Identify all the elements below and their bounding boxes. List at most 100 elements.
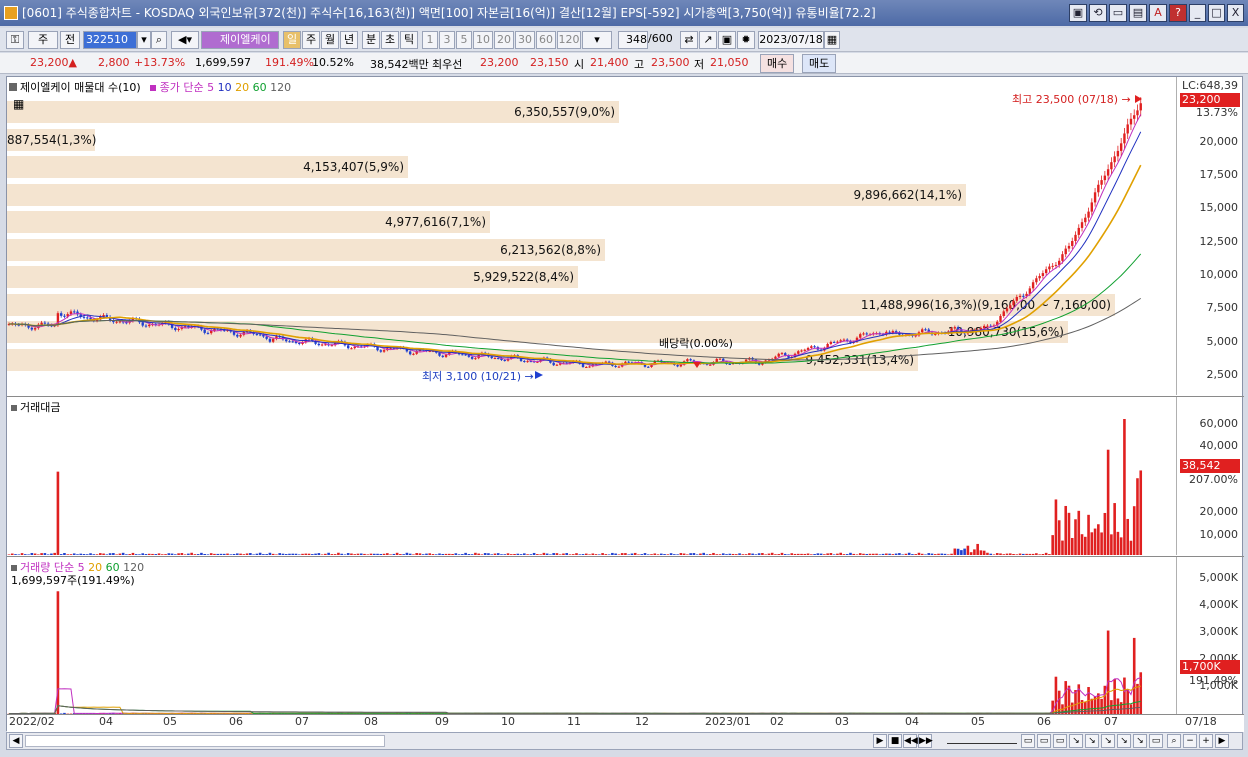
prev-button[interactable]: 전: [60, 31, 80, 49]
save-icon[interactable]: ▣: [718, 31, 736, 49]
help-icon[interactable]: ?: [1169, 4, 1187, 22]
lc-label: LC:648,39: [1181, 79, 1238, 92]
chart-area[interactable]: 6,350,557(9,0%) 887,554(1,3%) 4,153,407(5,…: [6, 76, 1244, 732]
search-icon[interactable]: ⌕: [151, 31, 167, 49]
app-icon: [4, 6, 18, 20]
volume-panel[interactable]: 거래량 단순 5 20 60 120 1,699,597주(191.49%): [7, 557, 1177, 714]
tool-icon-5[interactable]: ↘: [1085, 734, 1099, 748]
amount-panel[interactable]: 거래대금: [7, 397, 1177, 555]
sell-button[interactable]: 매도: [802, 54, 837, 73]
period-year[interactable]: 년: [340, 31, 358, 49]
amount-bar: [627, 554, 630, 555]
candle-body: [324, 344, 327, 346]
amount-bar: [474, 552, 477, 555]
price-legend: 제이엘케이 매물대 수(10) 종가 단순 5 10 20 60 120: [9, 79, 291, 95]
candle-body: [86, 317, 89, 319]
interval-120[interactable]: 120: [557, 31, 581, 49]
amount-bar: [588, 554, 591, 555]
period-second[interactable]: 초: [381, 31, 399, 49]
calendar-icon[interactable]: ▦: [824, 31, 840, 49]
forward-icon[interactable]: ▶▶: [918, 734, 933, 748]
period-minute[interactable]: 분: [362, 31, 380, 49]
zoom-out-icon[interactable]: −: [1183, 734, 1197, 748]
interval-10[interactable]: 10: [473, 31, 493, 49]
settings-icon[interactable]: ✹: [737, 31, 755, 49]
stock-name-field[interactable]: 제이엘케이: [201, 31, 279, 49]
chart-tool-icon[interactable]: ↗: [699, 31, 717, 49]
tool-icon-9[interactable]: ▭: [1149, 734, 1163, 748]
amount-bar: [284, 554, 288, 555]
amount-bar: [532, 552, 536, 555]
grid-icon[interactable]: ▦: [13, 97, 24, 111]
amount-bar: [226, 553, 229, 555]
zoom-in-icon[interactable]: +: [1199, 734, 1213, 748]
amount-bar: [666, 554, 670, 555]
chart-scrollbar[interactable]: ◀ ▶ ■ ◀◀ ▶▶ ▭ ▭ ▭ ↘ ↘ ↘ ↘ ↘ ▭ ⌕ − + ▶: [6, 732, 1243, 750]
count-input[interactable]: 348: [618, 31, 648, 49]
tool-icon-3[interactable]: ▭: [1053, 734, 1067, 748]
amount-axis: 60,000 40,000 20,000 10,000 38,542 207.00%: [1176, 397, 1242, 555]
date-input[interactable]: 2023/07/18: [758, 31, 824, 49]
amount-bar: [562, 553, 565, 555]
amount-bar: [291, 553, 295, 555]
scroll-left-icon[interactable]: ◀: [9, 734, 23, 748]
interval-60[interactable]: 60: [536, 31, 556, 49]
minimize-button[interactable]: _: [1189, 4, 1206, 22]
link-icon[interactable]: ▣: [1069, 4, 1087, 22]
candle-body: [118, 321, 122, 323]
tool-icon-1[interactable]: ▭: [1021, 734, 1035, 748]
interval-30[interactable]: 30: [515, 31, 535, 49]
amount-bar: [1132, 506, 1136, 555]
scroll-right-icon[interactable]: ▶: [1215, 734, 1229, 748]
period-week[interactable]: 주: [302, 31, 320, 49]
candle-body: [718, 358, 722, 360]
interval-1[interactable]: 1: [422, 31, 438, 49]
buy-button[interactable]: 매수: [760, 54, 795, 73]
tool-icon-7[interactable]: ↘: [1117, 734, 1131, 748]
tool-icon-4[interactable]: ↘: [1069, 734, 1083, 748]
stock-code-input[interactable]: 322510: [83, 31, 137, 49]
interval-20[interactable]: 20: [494, 31, 514, 49]
interval-5[interactable]: 5: [456, 31, 472, 49]
candle-body: [461, 354, 464, 356]
rewind-icon[interactable]: ◀◀: [903, 734, 918, 748]
amount-bar: [66, 554, 70, 555]
tool-icon-8[interactable]: ↘: [1133, 734, 1147, 748]
window-icon[interactable]: ▭: [1109, 4, 1127, 22]
speed-slider[interactable]: [947, 737, 1017, 744]
print-icon[interactable]: ▤: [1129, 4, 1147, 22]
amount-bar: [1051, 535, 1054, 555]
close-button[interactable]: X: [1227, 4, 1244, 22]
candle-body: [1041, 273, 1045, 277]
interval-3[interactable]: 3: [439, 31, 455, 49]
candle-body: [73, 311, 76, 313]
code-dropdown-icon[interactable]: ▾: [137, 31, 151, 49]
stop-icon[interactable]: ■: [888, 734, 902, 748]
lock-icon[interactable]: ⚿: [6, 31, 24, 49]
amount-bar: [650, 554, 653, 555]
amount-bar: [464, 552, 467, 555]
zoom-icon[interactable]: ⌕: [1167, 734, 1181, 748]
cross-icon[interactable]: ⇄: [680, 31, 698, 49]
period-day[interactable]: 일: [283, 31, 301, 49]
amount-bar: [891, 554, 895, 555]
price-panel[interactable]: 6,350,557(9,0%) 887,554(1,3%) 4,153,407(5,…: [7, 77, 1177, 395]
candle-body: [1035, 278, 1038, 283]
play-icon[interactable]: ▶: [873, 734, 887, 748]
amount-bar: [715, 554, 719, 555]
volume-bar: [1064, 681, 1068, 714]
font-icon[interactable]: A: [1149, 4, 1167, 22]
interval-dropdown[interactable]: ▾: [582, 31, 612, 49]
refresh-icon[interactable]: ⟲: [1089, 4, 1107, 22]
tool-icon-2[interactable]: ▭: [1037, 734, 1051, 748]
candle-body: [493, 358, 497, 360]
speaker-icon[interactable]: ◀▾: [171, 31, 199, 49]
period-month[interactable]: 월: [321, 31, 339, 49]
market-select[interactable]: 주: [28, 31, 58, 49]
amount-bar: [278, 553, 282, 555]
period-tick[interactable]: 틱: [400, 31, 418, 49]
maximize-button[interactable]: □: [1208, 4, 1225, 22]
scroll-thumb[interactable]: [25, 735, 385, 747]
candle-body: [1038, 276, 1041, 279]
tool-icon-6[interactable]: ↘: [1101, 734, 1115, 748]
